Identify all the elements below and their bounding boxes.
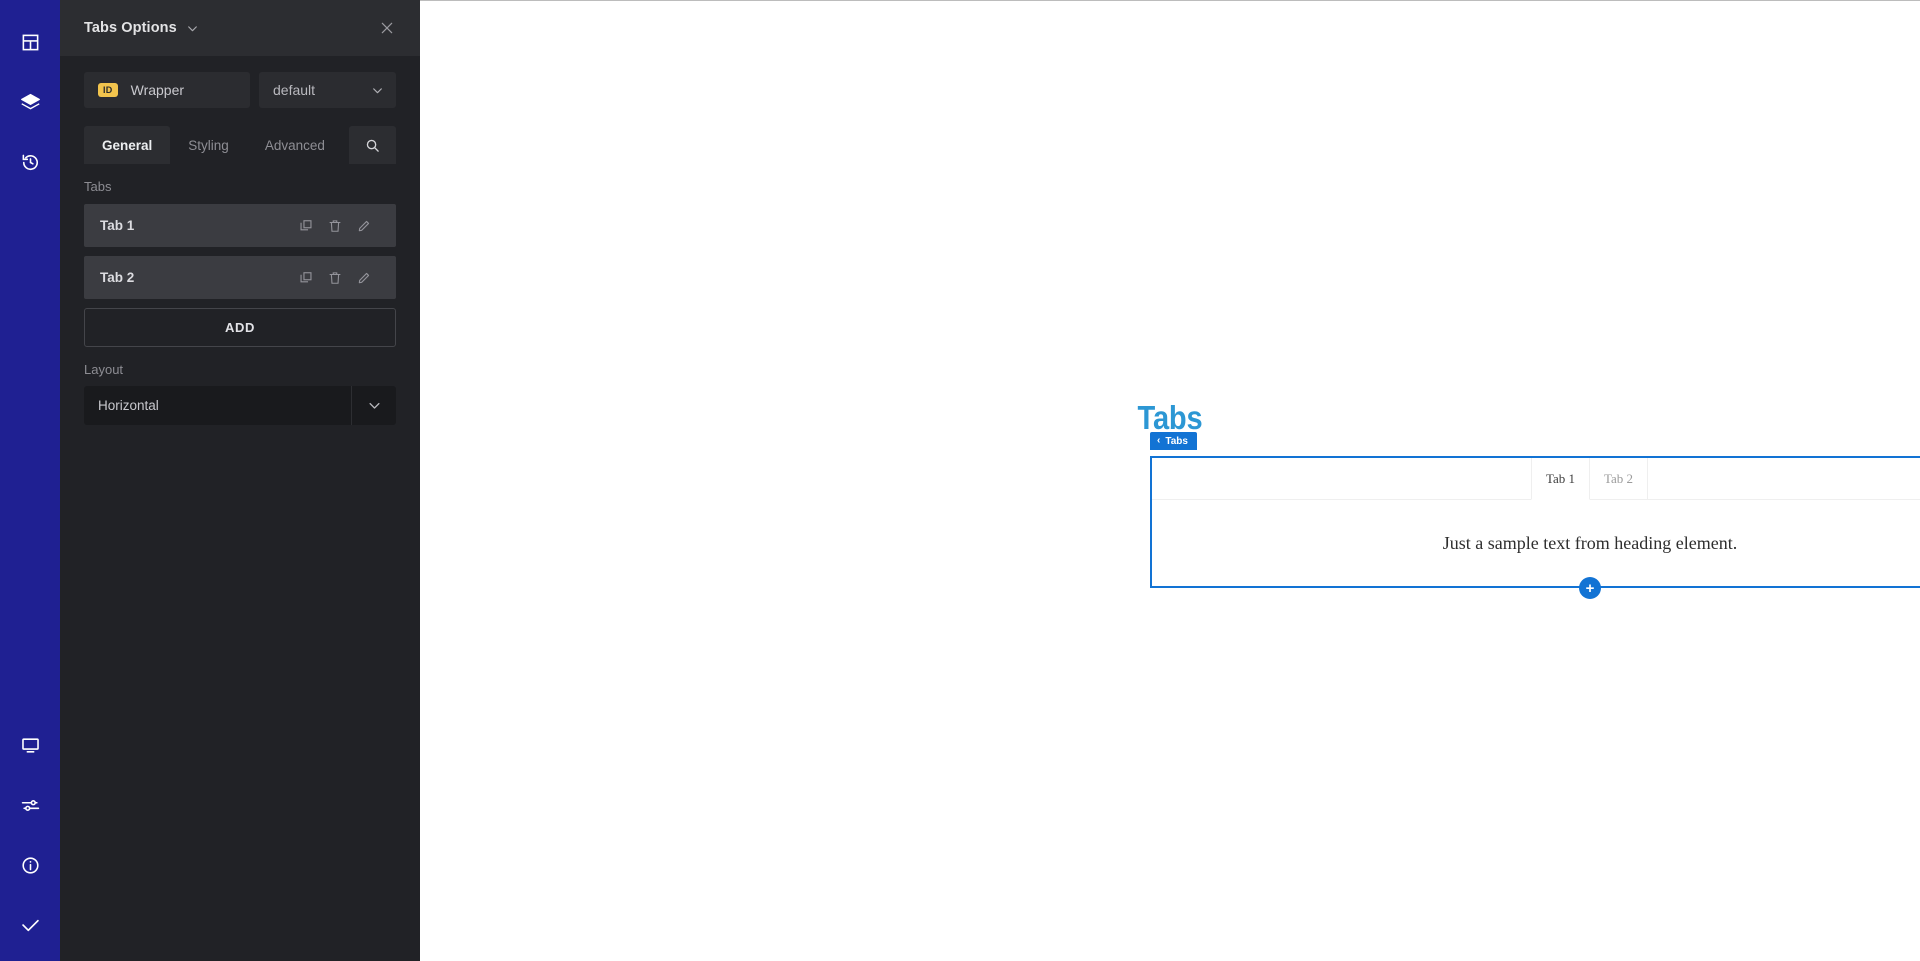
options-panel: Tabs Options ID Wrapper default General … [60,0,420,961]
editor-app: Tabs Options ID Wrapper default General … [0,0,1920,961]
sample-heading-text: Just a sample text from heading element. [1442,532,1738,553]
tabs-section-label: Tabs [84,179,112,194]
add-element-button[interactable]: + [1579,577,1601,599]
delete-icon[interactable] [327,270,343,286]
rail-item-layout[interactable] [0,12,60,72]
duplicate-icon[interactable] [298,270,314,286]
close-icon[interactable] [376,17,398,39]
tabs-widget[interactable]: Tab 1 Tab 2 Just a sample text from head… [1150,456,1920,599]
chevron-down-icon [352,398,396,413]
info-circle-icon [21,856,40,875]
panel-title-group[interactable]: Tabs Options [84,20,199,36]
panel-body: ID Wrapper default General Styling Advan… [60,56,420,961]
left-icon-rail [0,0,60,961]
layers-icon [20,92,41,113]
tab-general[interactable]: General [84,126,171,164]
layout-select[interactable]: Horizontal [84,386,396,425]
responsive-monitor-icon [21,736,40,755]
sliders-settings-icon [21,796,40,815]
delete-icon[interactable] [327,218,343,234]
widget-tab-content: Just a sample text from heading element. [1152,500,1920,586]
panel-header: Tabs Options [60,0,420,56]
style-select-value: default [273,82,316,98]
checkmark-icon [20,915,41,936]
list-item-label: Tab 2 [100,270,135,285]
table-row[interactable]: Tab 1 [84,204,396,247]
layout-section-label: Layout [84,362,124,377]
element-id-value: Wrapper [130,82,185,98]
rail-item-done[interactable] [0,895,60,955]
selection-badge[interactable]: ‹ Tabs [1150,432,1197,450]
tab-styling[interactable]: Styling [170,126,247,164]
rail-bottom-group [0,715,60,961]
style-select[interactable]: default [259,72,396,108]
search-icon[interactable] [349,126,396,164]
edit-icon[interactable] [356,270,372,286]
rail-item-responsive[interactable] [0,715,60,775]
id-badge: ID [98,83,118,97]
row-actions [298,270,372,286]
widget-tab-bar: Tab 1 Tab 2 [1152,458,1920,500]
widget-tab-1[interactable]: Tab 1 [1530,458,1590,500]
table-row[interactable]: Tab 2 [84,256,396,299]
layout-grid-icon [21,33,40,52]
rail-item-layers[interactable] [0,72,60,132]
duplicate-icon[interactable] [298,218,314,234]
row-actions [298,218,372,234]
widget-tab-2[interactable]: Tab 2 [1589,458,1649,499]
page-canvas[interactable]: Tabs ‹ Tabs Tab 1 Tab 2 Just a sample te… [420,0,1920,961]
tab-advanced[interactable]: Advanced [247,126,343,164]
id-row: ID Wrapper default [60,56,420,108]
rail-item-settings[interactable] [0,775,60,835]
rail-item-info[interactable] [0,835,60,895]
list-item-label: Tab 1 [100,218,135,233]
element-id-input[interactable]: ID Wrapper [84,72,250,108]
add-tab-button[interactable]: ADD [84,308,396,347]
panel-title: Tabs Options [84,20,177,36]
selection-badge-label: Tabs [1165,435,1188,447]
edit-icon[interactable] [356,218,372,234]
tabs-item-list: Tab 1 Tab 2 [60,194,420,299]
chevron-down-icon[interactable] [186,22,199,35]
rail-item-history[interactable] [0,132,60,192]
panel-tab-strip: General Styling Advanced [84,126,396,164]
chevron-left-icon: ‹ [1157,435,1161,446]
rail-top-group [0,0,60,192]
history-icon [21,153,40,172]
layout-select-value: Horizontal [98,398,159,413]
tabs-widget-wrapper: ‹ Tabs Tab 1 Tab 2 Just a sample text fr… [1150,432,1920,599]
chevron-down-icon [371,84,384,97]
